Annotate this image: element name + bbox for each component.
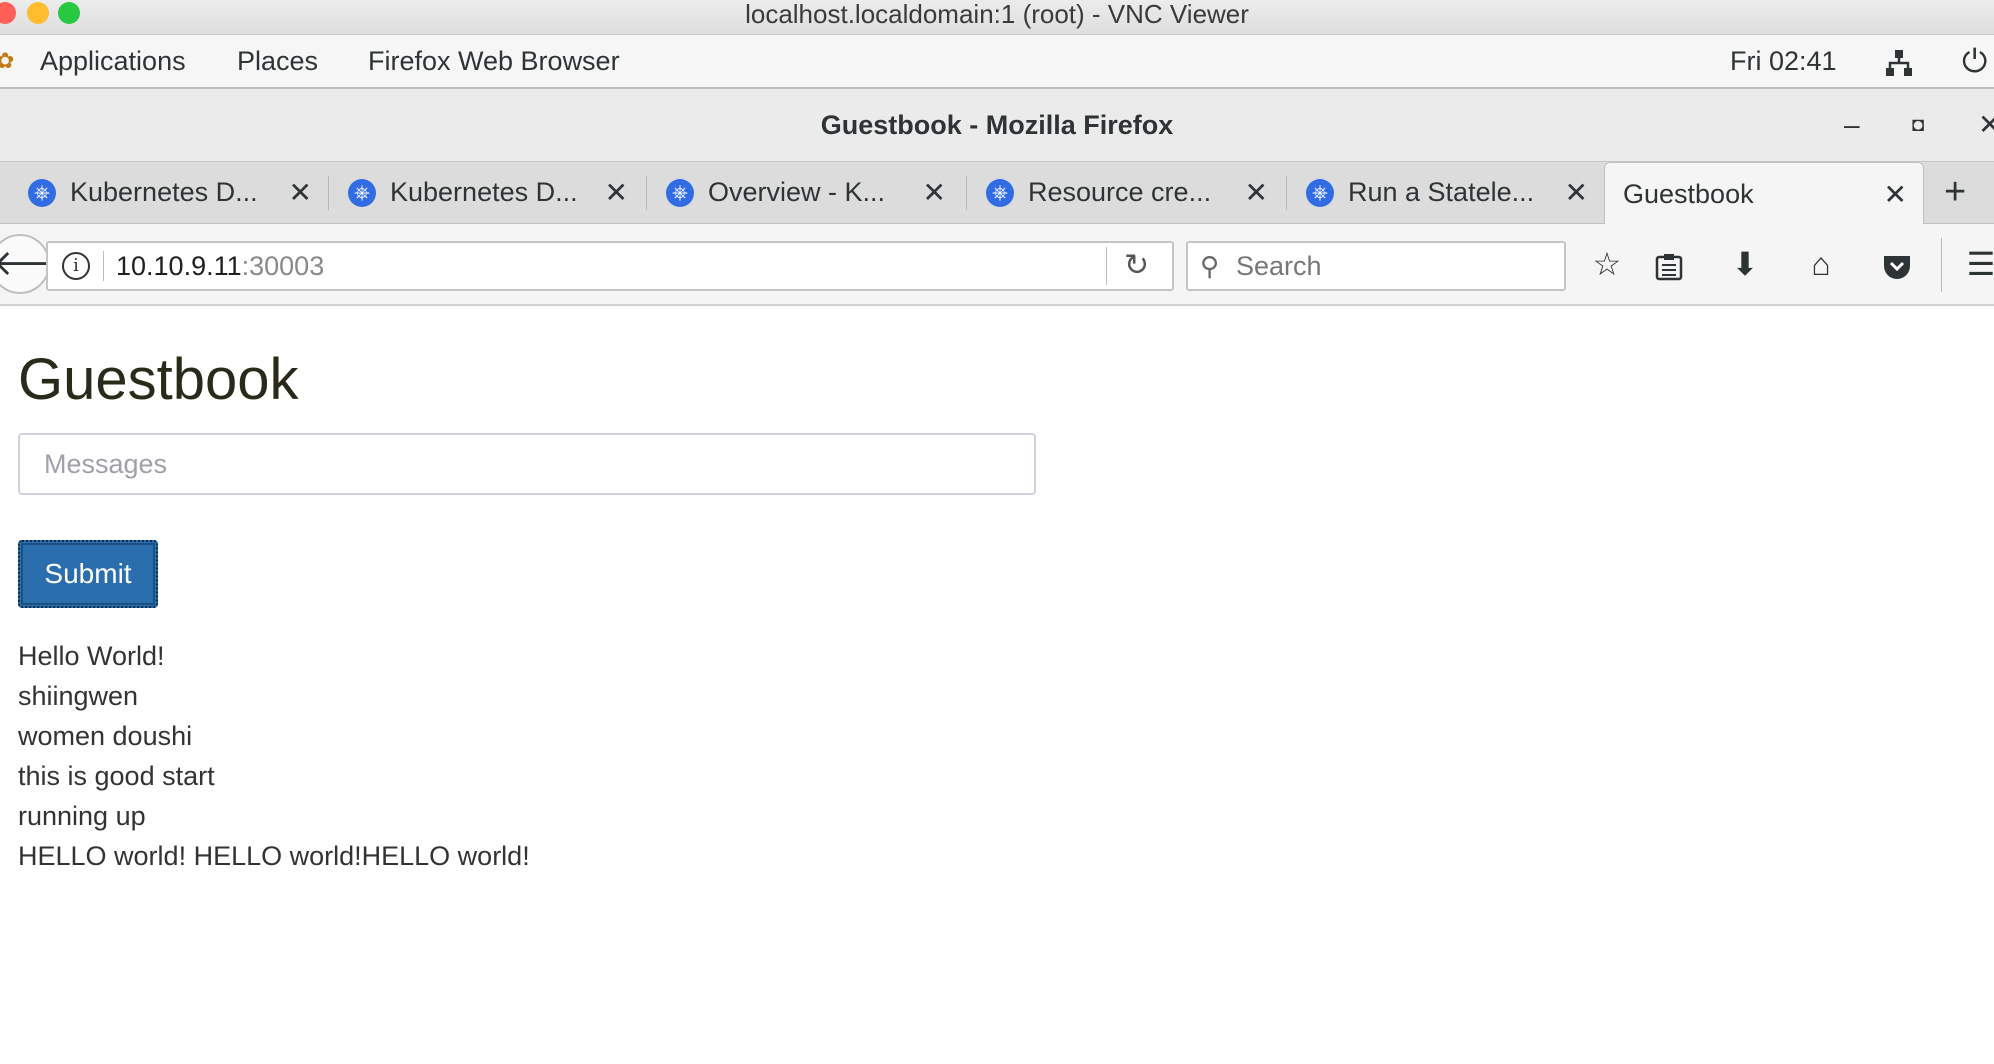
tab-close-icon[interactable]: ✕	[1565, 176, 1588, 209]
clock[interactable]: Fri 02:41	[1730, 35, 1837, 87]
tab-close-icon[interactable]: ✕	[289, 176, 312, 209]
toolbar-separator	[1941, 238, 1942, 292]
tab-close-icon[interactable]: ✕	[605, 176, 628, 209]
tab-guestbook[interactable]: Guestbook ✕	[1604, 162, 1924, 225]
kubernetes-icon: ⎈	[666, 178, 694, 207]
guestbook-entry: running up	[18, 801, 146, 831]
firefox-window-title: Guestbook - Mozilla Firefox	[820, 110, 1174, 140]
kubernetes-icon: ⎈	[1306, 178, 1334, 207]
url-separator	[103, 251, 104, 281]
search-placeholder: Search	[1236, 251, 1322, 281]
tab-close-icon[interactable]: ✕	[923, 176, 946, 209]
kubernetes-icon: ⎈	[986, 178, 1014, 207]
tab-separator	[966, 176, 967, 210]
new-tab-button[interactable]: +	[1944, 162, 1966, 223]
tab-strip: ⎈ Kubernetes D... ✕ ⎈ Kubernetes D... ✕ …	[0, 162, 1994, 225]
firefox-titlebar: Guestbook - Mozilla Firefox ‒ ◘ ✕	[0, 89, 1994, 162]
reload-separator	[1106, 247, 1107, 285]
tab-label: Kubernetes D...	[390, 177, 578, 207]
url-bar[interactable]: i 10.10.9.11:30003 ↻	[46, 241, 1174, 291]
guestbook-entry: shiingwen	[18, 681, 139, 711]
navigation-bar: 🡐 i 10.10.9.11:30003 ↻ ⚲ Search	[0, 224, 1994, 306]
gnome-top-panel: ✿ Applications Places Firefox Web Browse…	[0, 35, 1994, 89]
reload-icon[interactable]: ↻	[1124, 243, 1149, 289]
tab-label: Run a Statele...	[1348, 177, 1535, 207]
messages-input[interactable]	[18, 433, 1036, 495]
tab-run-stateless[interactable]: ⎈ Run a Statele... ✕	[1306, 162, 1588, 223]
menu-icon[interactable]: ☰	[1956, 224, 1994, 304]
guestbook-entry: Hello World!	[18, 641, 165, 671]
tab-separator	[328, 176, 329, 210]
back-button[interactable]: 🡐	[0, 234, 89, 294]
minimize-icon[interactable]: ‒	[1844, 89, 1860, 161]
download-icon[interactable]: ⬇	[1720, 224, 1770, 304]
close-icon[interactable]: ✕	[1978, 89, 1994, 161]
guestbook-entries: Hello World! shiingwen women doushi this…	[18, 636, 530, 876]
tab-label: Overview - K...	[708, 177, 886, 207]
power-icon[interactable]: ⏻	[1962, 35, 1987, 87]
tab-label: Guestbook	[1623, 178, 1754, 209]
tab-separator	[1286, 176, 1287, 210]
home-icon[interactable]: ⌂	[1796, 224, 1846, 304]
applications-menu[interactable]: Applications	[40, 35, 186, 87]
tab-overview[interactable]: ⎈ Overview - K... ✕	[666, 162, 946, 223]
bookmark-star-icon[interactable]: ☆	[1582, 224, 1632, 304]
network-icon[interactable]	[1884, 35, 1914, 87]
tab-separator	[646, 176, 647, 210]
tab-label: Resource cre...	[1028, 177, 1212, 207]
guestbook-entry: HELLO world! HELLO world!HELLO world!	[18, 841, 530, 871]
tab-resource-created[interactable]: ⎈ Resource cre... ✕	[986, 162, 1268, 223]
tab-kubernetes-dashboard-2[interactable]: ⎈ Kubernetes D... ✕	[348, 162, 628, 223]
guestbook-entry: this is good start	[18, 761, 215, 791]
url-host: 10.10.9.11	[116, 251, 242, 281]
guestbook-entry: women doushi	[18, 721, 193, 751]
tab-label: Kubernetes D...	[70, 177, 258, 207]
url-port: :30003	[241, 251, 325, 281]
kubernetes-icon: ⎈	[28, 178, 56, 207]
page-title: Guestbook	[18, 347, 299, 412]
tab-close-icon[interactable]: ✕	[1245, 176, 1268, 209]
tab-close-icon[interactable]: ✕	[1884, 178, 1907, 211]
info-icon[interactable]: i	[62, 252, 90, 280]
submit-button[interactable]: Submit	[18, 540, 158, 608]
url-text[interactable]: 10.10.9.11:30003	[116, 243, 324, 289]
vnc-title-bar: localhost.localdomain:1 (root) - VNC Vie…	[0, 0, 1994, 35]
gnome-foot-icon: ✿	[0, 48, 15, 73]
page-content: Guestbook Submit Hello World! shiingwen …	[0, 306, 1994, 1064]
pocket-icon[interactable]	[1872, 224, 1922, 304]
kubernetes-icon: ⎈	[348, 178, 376, 207]
search-bar[interactable]: ⚲ Search	[1186, 241, 1566, 291]
tab-kubernetes-dashboard-1[interactable]: ⎈ Kubernetes D... ✕	[28, 162, 312, 223]
maximize-icon[interactable]: ◘	[1912, 89, 1924, 161]
search-icon: ⚲	[1200, 251, 1220, 281]
firefox-menu[interactable]: Firefox Web Browser	[368, 35, 620, 87]
places-menu[interactable]: Places	[237, 35, 318, 87]
vnc-window-title: localhost.localdomain:1 (root) - VNC Vie…	[745, 0, 1249, 29]
reading-list-icon[interactable]	[1644, 224, 1694, 304]
